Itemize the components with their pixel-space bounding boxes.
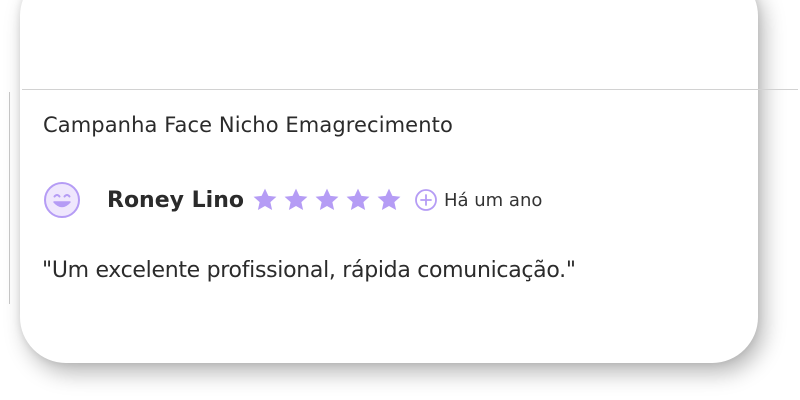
star-icon xyxy=(250,186,280,214)
left-divider xyxy=(9,92,10,304)
review-time: Há um ano xyxy=(443,189,543,211)
reviewer-name: Roney Lino xyxy=(107,187,244,213)
top-divider xyxy=(22,89,798,90)
plus-circle-icon[interactable] xyxy=(414,188,438,212)
campaign-title: Campanha Face Nicho Emagrecimento xyxy=(43,113,453,137)
star-rating xyxy=(250,186,404,214)
review-quote: "Um excelente profissional, rápida comun… xyxy=(42,258,576,283)
star-icon xyxy=(343,186,373,214)
star-icon xyxy=(281,186,311,214)
reviewer-row: Roney Lino Há um ano xyxy=(43,180,542,220)
smiley-face-icon xyxy=(43,181,81,219)
star-icon xyxy=(374,186,404,214)
star-icon xyxy=(312,186,342,214)
